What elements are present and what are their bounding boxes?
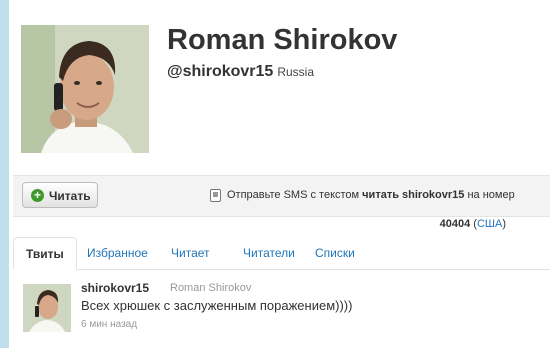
follow-button[interactable]: + Читать	[22, 182, 98, 208]
plus-icon: +	[31, 189, 44, 202]
tab-tweets[interactable]: Твиты	[13, 237, 77, 270]
tab-followers[interactable]: Читатели	[243, 237, 295, 269]
profile-panel: Roman Shirokov @shirokovr15 Russia + Чита…	[9, 0, 550, 348]
phone-icon	[210, 189, 221, 202]
profile-handle: @shirokovr15 Russia	[167, 63, 314, 81]
tab-lists[interactable]: Списки	[315, 237, 355, 269]
tab-favorites[interactable]: Избранное	[87, 237, 148, 269]
action-bar: + Читать Отправьте SMS с текстом читать …	[13, 175, 550, 217]
profile-photo	[21, 25, 149, 153]
sms-instructions: Отправьте SMS с текстом читать shirokovr…	[227, 189, 515, 201]
sms-country-link[interactable]: США	[477, 218, 502, 230]
sms-command: читать shirokovr15	[362, 189, 465, 201]
profile-name: Roman Shirokov	[167, 24, 398, 56]
sms-prefix: Отправьте SMS с текстом	[227, 189, 360, 201]
tweet-username[interactable]: shirokovr15	[81, 281, 149, 295]
sms-number: 40404	[439, 218, 471, 230]
tweet-avatar[interactable]	[23, 284, 71, 332]
tweet-fullname: Roman Shirokov	[170, 282, 252, 294]
tweet-avatar-photo	[23, 284, 71, 332]
tweet-text: Всех хрюшек с заслуженным поражением))))	[81, 298, 353, 313]
sms-suffix: на номер	[467, 189, 515, 201]
profile-location: Russia	[277, 65, 314, 79]
sms-number-line: 40404 (США)	[440, 218, 506, 230]
profile-handle-text: @shirokovr15	[167, 63, 274, 80]
profile-avatar[interactable]	[21, 25, 149, 153]
follow-button-label: Читать	[49, 189, 91, 203]
sms-country-close: )	[502, 218, 506, 230]
tweet: shirokovr15 Roman Shirokov Всех хрюшек с…	[13, 270, 550, 348]
profile-tabs: Твиты Избранное Читает Читатели Списки	[13, 237, 550, 270]
tab-following[interactable]: Читает	[171, 237, 210, 269]
tweet-timestamp[interactable]: 6 мин назад	[81, 319, 137, 330]
